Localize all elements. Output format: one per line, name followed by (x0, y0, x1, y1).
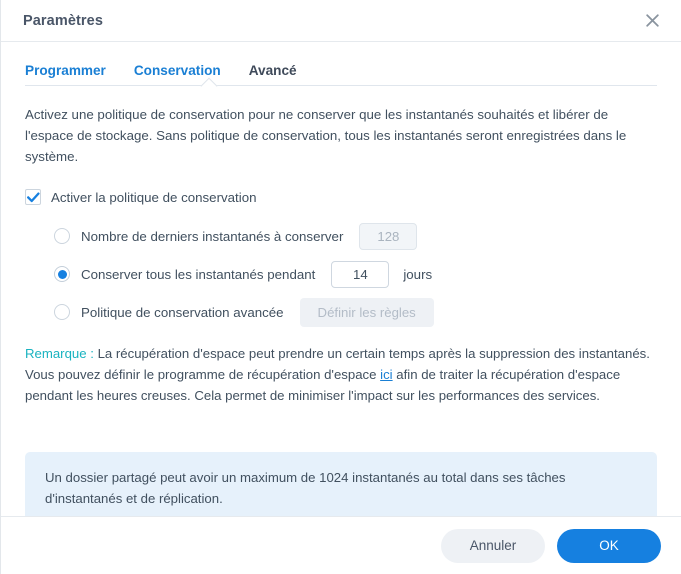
enable-retention-policy-label: Activer la politique de conservation (51, 190, 256, 205)
tab-avance[interactable]: Avancé (249, 63, 297, 85)
dialog-footer: Annuler OK (1, 516, 681, 574)
radio-latest-count-icon[interactable] (54, 228, 70, 244)
tab-avance-label: Avancé (249, 63, 297, 78)
option-row-advanced-policy[interactable]: Politique de conservation avancée Défini… (54, 295, 657, 329)
keep-days-unit-label: jours (403, 267, 432, 282)
tab-underline (25, 85, 657, 86)
dialog-content: Activez une politique de conservation po… (1, 86, 681, 516)
dialog-title: Paramètres (23, 13, 637, 29)
tab-bar: Programmer Conservation Avancé (1, 42, 681, 86)
option-advanced-policy-label: Politique de conservation avancée (81, 305, 284, 320)
retention-options-group: Nombre de derniers instantanés à conserv… (25, 219, 657, 329)
option-row-latest-count[interactable]: Nombre de derniers instantanés à conserv… (54, 219, 657, 253)
tab-programmer[interactable]: Programmer (25, 63, 106, 85)
keep-days-input[interactable] (331, 261, 389, 288)
ok-button[interactable]: OK (557, 529, 661, 563)
close-icon[interactable] (637, 6, 667, 36)
latest-count-input (359, 223, 417, 250)
option-latest-count-label: Nombre de derniers instantanés à conserv… (81, 229, 343, 244)
enable-retention-policy-checkbox-row[interactable]: Activer la politique de conservation (25, 189, 657, 205)
tab-conservation-label: Conservation (134, 63, 221, 78)
option-keep-days-label: Conserver tous les instantanés pendant (81, 267, 315, 282)
tab-programmer-label: Programmer (25, 63, 106, 78)
option-row-keep-days[interactable]: Conserver tous les instantanés pendant j… (54, 257, 657, 291)
radio-keep-days-icon[interactable] (54, 266, 70, 282)
dialog-titlebar: Paramètres (1, 0, 681, 42)
settings-dialog: Paramètres Programmer Conservation Avanc… (0, 0, 681, 574)
note-link-ici[interactable]: ici (380, 367, 392, 382)
intro-text: Activez une politique de conservation po… (25, 104, 655, 167)
note-text: Remarque : La récupération d'espace peut… (25, 343, 657, 406)
note-label: Remarque : (25, 346, 94, 361)
checkbox-icon[interactable] (25, 189, 41, 205)
radio-advanced-policy-icon[interactable] (54, 304, 70, 320)
cancel-button[interactable]: Annuler (441, 529, 545, 563)
info-box: Un dossier partagé peut avoir un maximum… (25, 452, 657, 516)
define-rules-button: Définir les règles (300, 298, 434, 327)
